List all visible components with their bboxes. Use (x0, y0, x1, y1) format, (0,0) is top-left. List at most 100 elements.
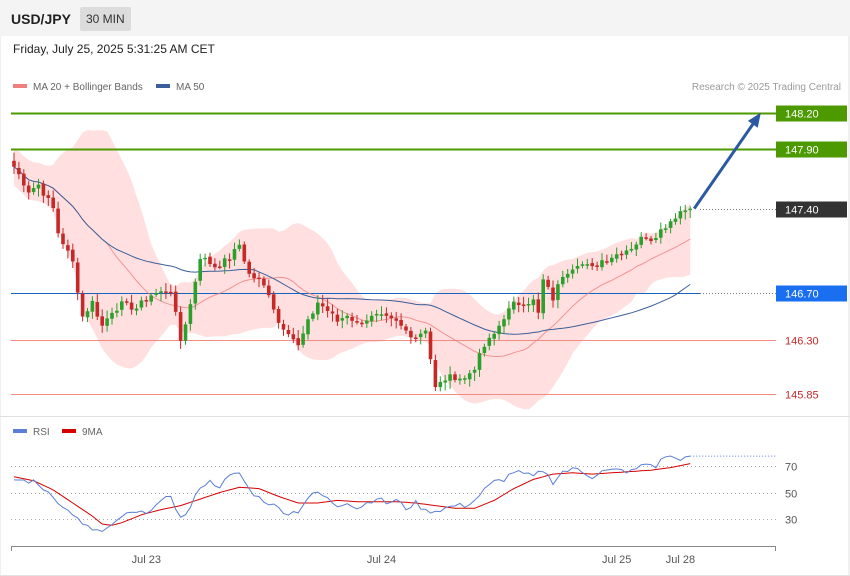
candle-body (404, 326, 408, 331)
support-level-label: 145.85 (785, 390, 819, 402)
candle-body (193, 281, 198, 304)
candle-body (600, 260, 604, 268)
candle-body (482, 346, 487, 354)
candle-body (154, 293, 158, 295)
rsi-tick-label: 30 (785, 515, 797, 527)
candle-body (173, 291, 178, 312)
candle-body (453, 374, 457, 380)
candle-body (56, 208, 60, 234)
candle (428, 327, 433, 364)
candle-body (575, 266, 580, 269)
candle-body (688, 208, 692, 211)
candle-body (262, 278, 266, 286)
candle-body (546, 279, 550, 287)
candle-body (521, 304, 526, 306)
candle-body (472, 369, 477, 373)
candle-body (438, 381, 443, 388)
candle-body (296, 338, 300, 346)
candle-body (565, 273, 570, 278)
candle-body (350, 316, 354, 321)
candle-body (66, 245, 70, 251)
legend-label: MA 20 + Bollinger Bands (33, 82, 143, 93)
candle-body (561, 276, 565, 285)
candle-body (41, 183, 46, 196)
rsi-legend-swatch (13, 429, 27, 433)
candle-body (443, 380, 447, 383)
candle (242, 241, 247, 264)
candle-body (458, 378, 462, 381)
watermark: Research © 2025 Trading Central (692, 82, 841, 93)
candle-body (247, 261, 251, 274)
candle-body (159, 291, 163, 293)
candle-body (75, 262, 80, 293)
candle-body (374, 313, 379, 316)
rsi-ma-line (13, 463, 691, 526)
candle-body (252, 273, 256, 279)
candle-body (414, 337, 418, 340)
candle-body (605, 261, 609, 263)
candle-body (213, 263, 217, 268)
candle-body (90, 300, 95, 312)
target-level-label: 147.90 (785, 145, 819, 157)
candle-body (169, 291, 173, 294)
candle-body (394, 318, 398, 321)
bollinger-band (14, 129, 691, 410)
candle-body (22, 173, 26, 186)
current-price-label: 147.40 (785, 205, 819, 217)
pivot-level-label: 146.70 (785, 289, 819, 301)
candle-body (531, 299, 536, 306)
candle-body (423, 330, 428, 334)
candle-body (320, 303, 325, 307)
candle-body (134, 308, 139, 311)
candle-body (330, 311, 335, 314)
rsi-tick-label: 50 (785, 489, 797, 501)
candle (276, 306, 281, 329)
candle-body (507, 308, 511, 320)
candle-body (12, 160, 16, 167)
candle-body (335, 314, 340, 322)
candle-body (267, 285, 271, 296)
candle-body (208, 256, 212, 265)
candle-body (340, 318, 345, 321)
candle-body (17, 167, 21, 175)
candle-body (61, 233, 65, 245)
candle-body (624, 250, 629, 255)
candle-body (678, 211, 683, 219)
candle-body (222, 258, 227, 267)
candle-body (654, 238, 658, 241)
candle-body (570, 269, 575, 274)
candle-body (183, 324, 188, 341)
legend-label: MA 50 (176, 82, 205, 93)
candle-body (673, 218, 678, 222)
candle-body (71, 249, 75, 262)
candle-body (85, 311, 90, 318)
rsi-legend-label: 9MA (82, 427, 103, 438)
legend-swatch (156, 84, 170, 88)
rsi-tick-label: 70 (785, 462, 797, 474)
candle-body (492, 333, 496, 339)
candle-body (463, 378, 467, 380)
candle-body (497, 325, 501, 335)
candle-body (271, 294, 276, 310)
candle-body (644, 237, 648, 239)
candle-body (237, 244, 242, 249)
candle (433, 354, 438, 391)
candle-body (242, 244, 247, 262)
candle-body (276, 308, 281, 323)
candle-body (311, 313, 315, 319)
candle-body (487, 337, 492, 346)
candle-body (129, 302, 134, 310)
candle-body (26, 185, 31, 193)
candle-body (281, 323, 286, 330)
candle-body (227, 259, 232, 261)
candle (438, 376, 443, 392)
candle-body (619, 253, 624, 256)
projection-arrow (692, 120, 757, 210)
candle-body (36, 184, 41, 189)
candle-body (164, 291, 168, 293)
candle-body (100, 316, 104, 326)
candle-body (614, 254, 619, 259)
candle-body (502, 319, 506, 327)
candle-body (418, 333, 423, 338)
candle-body (95, 302, 100, 317)
